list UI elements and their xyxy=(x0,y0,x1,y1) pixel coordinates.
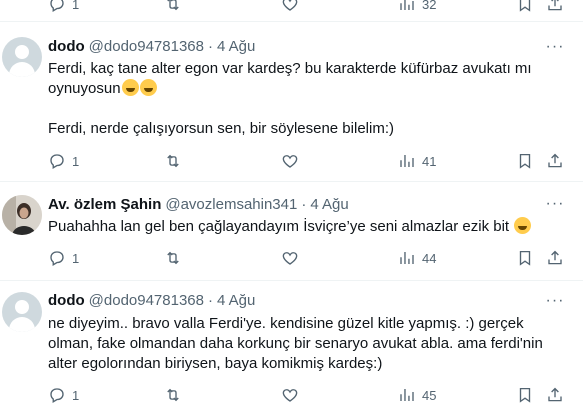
retweet-icon xyxy=(164,0,182,13)
views-count: 32 xyxy=(422,0,437,12)
heart-icon xyxy=(281,386,299,404)
tears-of-joy-emoji-icon xyxy=(514,217,532,234)
tweet-text: ne diyeyim.. bravo valla Ferdi'ye. kendi… xyxy=(48,315,547,372)
share-button[interactable] xyxy=(546,151,564,171)
avatar-body xyxy=(9,62,35,77)
separator-dot: · xyxy=(208,291,213,309)
separator-dot: · xyxy=(301,195,307,213)
bookmark-button[interactable] xyxy=(516,151,534,171)
views-icon xyxy=(398,0,416,13)
bookmark-icon xyxy=(516,152,534,170)
reply-count: 1 xyxy=(72,387,80,403)
user-handle[interactable]: @avozlemsahin341 xyxy=(165,196,297,213)
tweet-date[interactable]: 4 Ağu xyxy=(217,38,255,55)
views-icon xyxy=(398,386,416,404)
tweet-text: Ferdi, kaç tane alter egon var kardeş? b… xyxy=(48,59,548,99)
share-icon xyxy=(546,386,564,404)
retweet-button[interactable] xyxy=(164,248,182,268)
reply-button[interactable]: 1 xyxy=(48,0,79,14)
like-button[interactable] xyxy=(281,248,299,268)
reply-count: 1 xyxy=(72,250,80,266)
reply-count: 1 xyxy=(72,153,80,169)
retweet-button[interactable] xyxy=(164,151,182,171)
views-count: 44 xyxy=(422,250,437,266)
display-name[interactable]: dodo xyxy=(48,292,85,309)
share-icon xyxy=(546,0,564,13)
reply-count: 1 xyxy=(72,0,80,12)
bookmark-icon xyxy=(516,0,534,13)
bookmark-button[interactable] xyxy=(516,248,534,268)
rofl-emoji-icon xyxy=(121,79,157,97)
reply-icon xyxy=(48,0,66,13)
display-name[interactable]: dodo xyxy=(48,38,85,55)
tweet-header: dodo @dodo94781368 · 4 Ağu xyxy=(48,36,255,56)
avatar-head xyxy=(15,300,29,314)
reply-button[interactable]: 1 xyxy=(48,151,79,171)
tweet-actions: 1 45 xyxy=(48,385,568,405)
views-button[interactable]: 44 xyxy=(398,248,436,268)
heart-icon xyxy=(281,0,299,13)
tweet-text: Puahahha lan gel ben çağlayandayım İsviç… xyxy=(48,217,568,237)
retweet-icon xyxy=(164,249,182,267)
bookmark-icon xyxy=(516,386,534,404)
share-button[interactable] xyxy=(546,0,564,14)
retweet-button[interactable] xyxy=(164,0,182,14)
views-count: 45 xyxy=(422,387,437,403)
tweet-header: dodo @dodo94781368 · 4 Ağu xyxy=(48,290,255,310)
share-button[interactable] xyxy=(546,385,564,405)
bookmark-button[interactable] xyxy=(516,385,534,405)
share-button[interactable] xyxy=(546,248,564,268)
views-icon xyxy=(398,249,416,267)
bookmark-button[interactable] xyxy=(516,0,534,14)
more-options-icon[interactable]: ··· xyxy=(545,39,565,60)
profile-photo-icon xyxy=(2,195,42,235)
views-button[interactable]: 41 xyxy=(398,151,436,171)
reply-icon xyxy=(48,152,66,170)
display-name[interactable]: Av. özlem Şahin xyxy=(48,196,161,213)
bookmark-icon xyxy=(516,249,534,267)
user-handle[interactable]: @dodo94781368 xyxy=(89,38,204,55)
reply-icon xyxy=(48,249,66,267)
tweet-text-line: Puahahha lan gel ben çağlayandayım İsviç… xyxy=(48,218,510,235)
reply-button[interactable]: 1 xyxy=(48,385,79,405)
reply-icon xyxy=(48,386,66,404)
separator-dot: · xyxy=(208,37,213,55)
share-icon xyxy=(546,152,564,170)
divider xyxy=(0,21,583,22)
tweet-header: Av. özlem Şahin @avozlemsahin341 · 4 Ağu xyxy=(48,194,349,214)
heart-icon xyxy=(281,152,299,170)
more-options-icon[interactable]: ··· xyxy=(545,293,565,314)
tweet-actions: 1 44 xyxy=(48,248,568,268)
tweet-actions-top: 1 32 xyxy=(48,0,568,14)
heart-icon xyxy=(281,249,299,267)
avatar[interactable] xyxy=(2,37,42,77)
like-button[interactable] xyxy=(281,0,299,14)
like-button[interactable] xyxy=(281,385,299,405)
views-count: 41 xyxy=(422,153,437,169)
views-icon xyxy=(398,152,416,170)
tweet-text-second: Ferdi, nerde çalışıyorsun sen, bir söyle… xyxy=(48,120,394,137)
avatar[interactable] xyxy=(2,195,42,235)
share-icon xyxy=(546,249,564,267)
divider xyxy=(0,181,583,182)
views-button[interactable]: 45 xyxy=(398,385,436,405)
avatar-head xyxy=(15,45,29,59)
more-options-icon[interactable]: ··· xyxy=(545,196,565,217)
avatar-body xyxy=(9,317,35,332)
tweet-actions: 1 41 xyxy=(48,151,568,171)
reply-button[interactable]: 1 xyxy=(48,248,79,268)
avatar[interactable] xyxy=(2,292,42,332)
tweet-date[interactable]: 4 Ağu xyxy=(217,292,255,309)
views-button[interactable]: 32 xyxy=(398,0,436,14)
user-handle[interactable]: @dodo94781368 xyxy=(89,292,204,309)
retweet-icon xyxy=(164,386,182,404)
tweet-date[interactable]: 4 Ağu xyxy=(310,196,348,213)
divider xyxy=(0,280,583,281)
retweet-icon xyxy=(164,152,182,170)
like-button[interactable] xyxy=(281,151,299,171)
retweet-button[interactable] xyxy=(164,385,182,405)
